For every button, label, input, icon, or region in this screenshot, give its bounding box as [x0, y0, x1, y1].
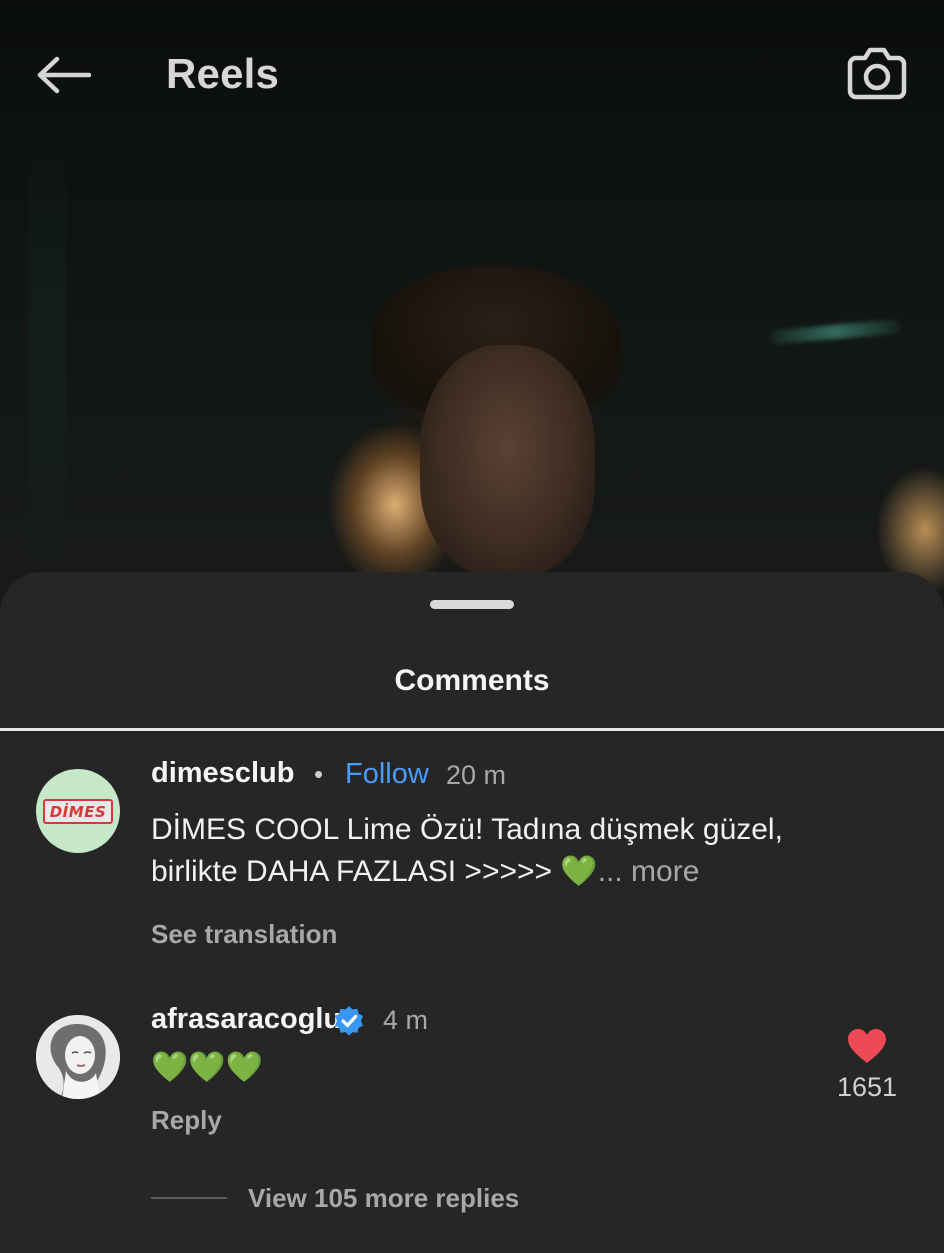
- view-more-replies-link[interactable]: View 105 more replies: [248, 1183, 519, 1214]
- sheet-divider: [0, 728, 944, 731]
- dimes-logo-text: DİMES: [49, 802, 107, 821]
- comment-body: DİMES COOL Lime Özü! Tadına düşmek güzel…: [151, 809, 851, 893]
- comment-username[interactable]: afrasaracoglu: [151, 1003, 341, 1036]
- follow-button[interactable]: Follow: [345, 758, 429, 791]
- avatar-dimesclub[interactable]: DİMES: [36, 769, 120, 853]
- comment-timestamp: 20 m: [446, 760, 507, 790]
- comments-sheet: Comments DİMES dimesclub • Follow 20 m D…: [0, 572, 944, 1253]
- page-title: Reels: [166, 50, 280, 97]
- top-bar: Reels: [0, 0, 944, 150]
- replies-divider-line: [151, 1197, 227, 1199]
- video-light-band: [28, 120, 66, 580]
- back-button[interactable]: [30, 48, 96, 102]
- more-link[interactable]: ... more: [598, 855, 700, 888]
- reply-button[interactable]: Reply: [151, 1105, 222, 1136]
- sheet-title: Comments: [394, 664, 550, 697]
- camera-button[interactable]: [842, 40, 912, 106]
- video-neon-light: [769, 319, 901, 345]
- comment-username[interactable]: dimesclub: [151, 757, 294, 790]
- like-count: 1651: [836, 1072, 898, 1102]
- verified-badge-icon: [335, 1006, 363, 1036]
- video-person-face: [420, 345, 595, 575]
- see-translation-link[interactable]: See translation: [151, 919, 337, 950]
- separator-dot: •: [314, 759, 324, 789]
- arrow-left-icon: [37, 56, 91, 94]
- camera-icon: [847, 47, 907, 100]
- comment-text: 💚💚💚: [151, 1051, 264, 1084]
- heart-filled-icon: [848, 1029, 886, 1063]
- reels-comments-screen: Reels Comments DİMES dimesclub • Follow …: [0, 0, 944, 1253]
- sheet-drag-handle[interactable]: [430, 600, 514, 609]
- avatar-afrasaracoglu[interactable]: [36, 1015, 120, 1099]
- verified-badge: [333, 1005, 365, 1037]
- like-button[interactable]: [846, 1027, 888, 1065]
- comment-timestamp: 4 m: [383, 1005, 429, 1035]
- profile-photo-icon: [36, 1015, 120, 1099]
- dimes-logo-icon: DİMES: [42, 798, 114, 824]
